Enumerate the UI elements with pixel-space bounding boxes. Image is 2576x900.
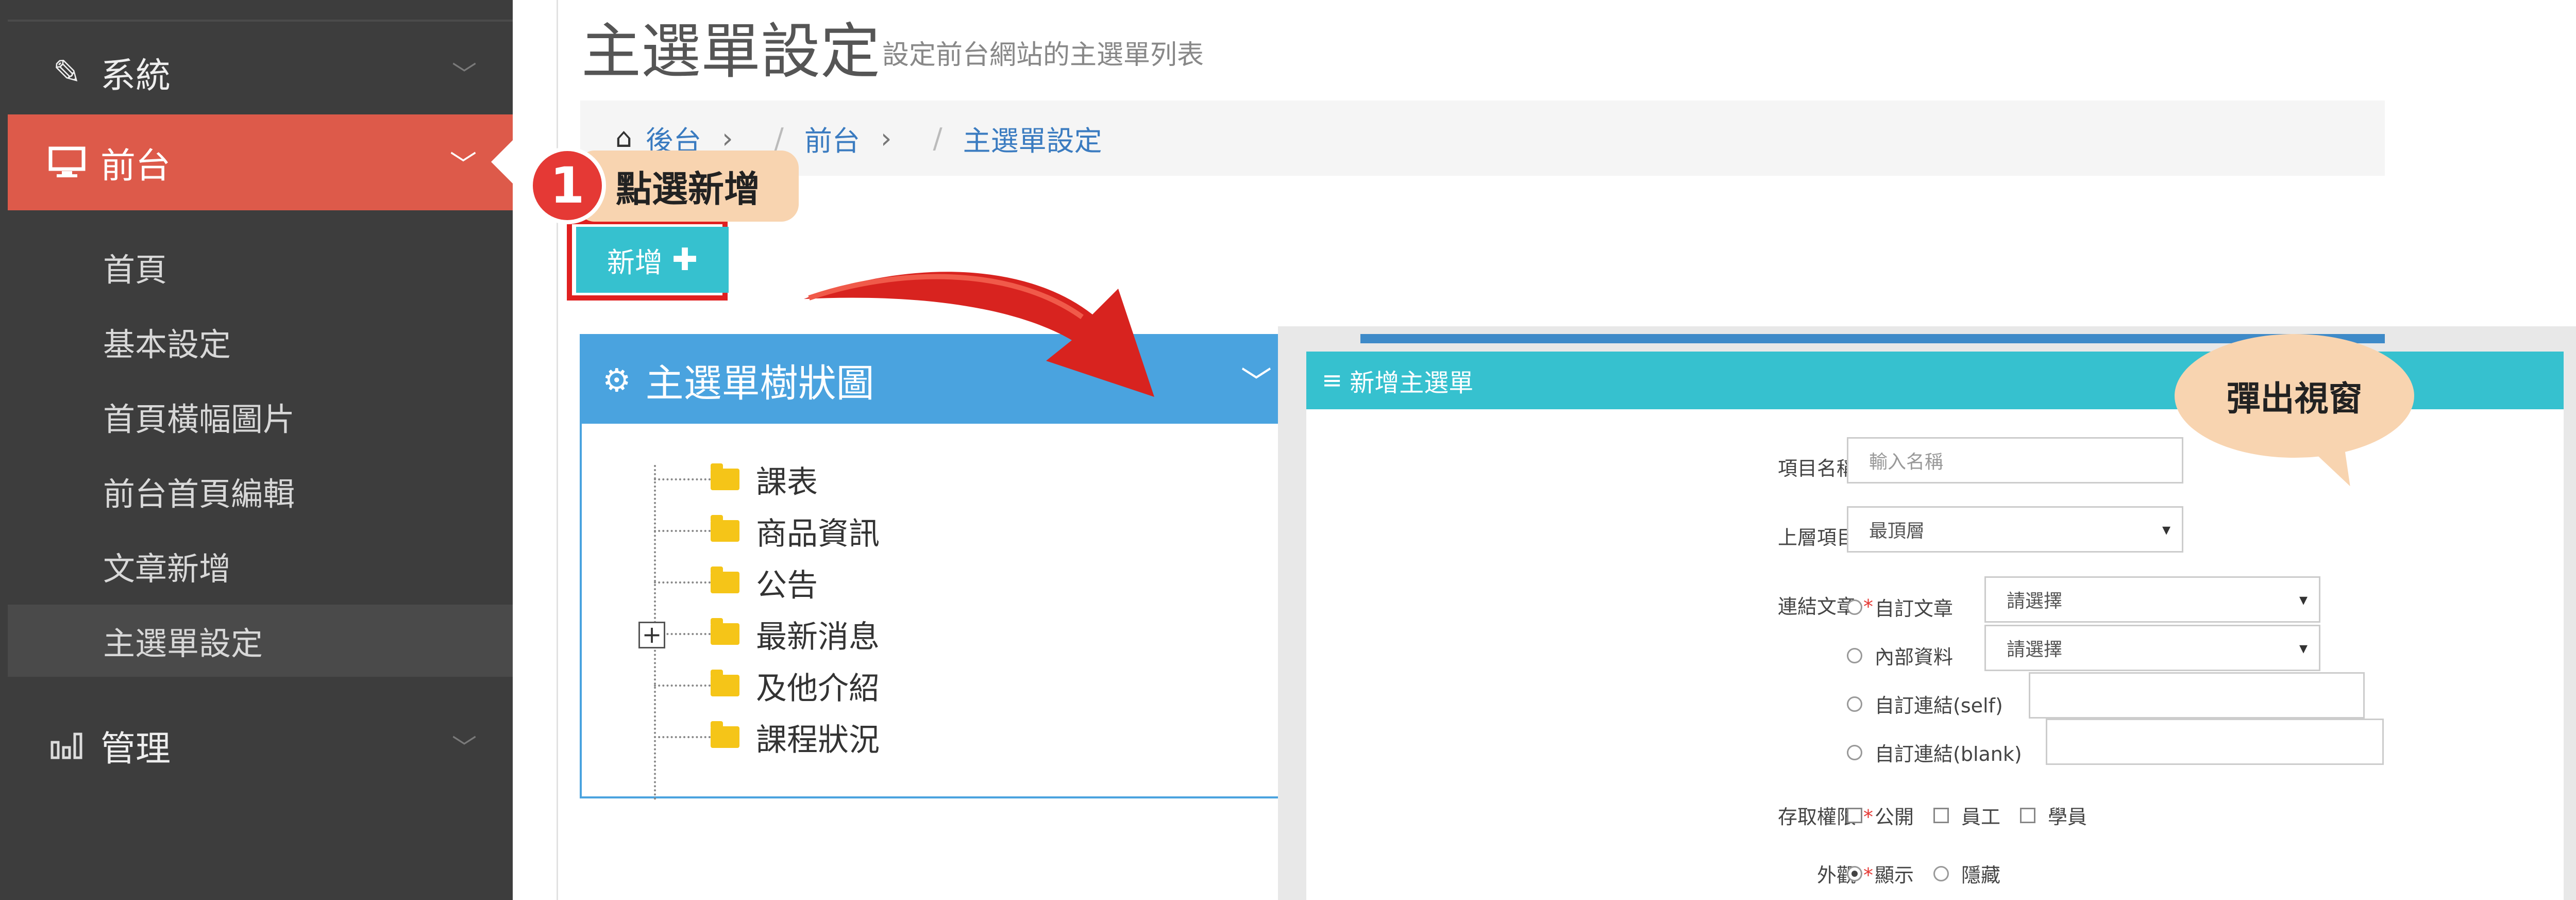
- breadcrumb: ⌂ 後台 › / 前台 › / 主選單設定: [580, 101, 2385, 176]
- tree-connector: [654, 581, 711, 584]
- access-staff-checkbox[interactable]: 員工: [1933, 801, 2000, 829]
- tree-connector: [654, 530, 711, 532]
- link-option-internal-data[interactable]: 內部資料: [1847, 641, 1953, 670]
- link-option-custom-article[interactable]: 自訂文章: [1847, 593, 1953, 621]
- chevron-down-icon: ﹀: [451, 60, 477, 89]
- custom-blank-url-input[interactable]: [2046, 719, 2384, 765]
- gears-icon: ⚙: [602, 361, 631, 399]
- tree-node-label: 商品資訊: [756, 515, 880, 552]
- tree-node[interactable]: 公告: [633, 557, 880, 608]
- field-label-visibility: 外觀 *: [1816, 864, 1873, 887]
- breadcrumb-item-front[interactable]: 前台: [804, 118, 860, 159]
- tree-connector: [654, 478, 711, 480]
- breadcrumb-item-main-menu[interactable]: 主選單設定: [963, 118, 1102, 159]
- chevron-down-icon: ﹀: [451, 734, 477, 762]
- menu-tree-panel: ⚙ 主選單樹狀圖 ﹀ 課表 商品資訊 公告 + 最新消息 及他介紹 課程狀況: [580, 334, 1294, 800]
- field-label-name: 項目名稱*: [1777, 457, 1873, 480]
- content-divider: [557, 0, 558, 900]
- tree-node-label: 課程狀況: [756, 722, 880, 758]
- home-icon: ⌂: [615, 123, 633, 154]
- field-label-link: 連結文章 *: [1777, 595, 1873, 618]
- folder-icon: [711, 618, 739, 645]
- sidebar-item-front[interactable]: 前台 ﹀: [8, 114, 513, 210]
- parent-select[interactable]: 最頂層: [1847, 506, 2183, 553]
- pointer-arrow: [804, 272, 1154, 397]
- folder-icon: [711, 721, 739, 748]
- visibility-show-radio[interactable]: 顯示: [1847, 859, 1914, 888]
- folder-icon: [711, 515, 739, 542]
- link-option-custom-blank[interactable]: 自訂連結(blank): [1847, 738, 2022, 766]
- tree-node[interactable]: 及他介紹: [633, 660, 880, 711]
- visibility-hide-radio[interactable]: 隱藏: [1933, 859, 2000, 888]
- field-label-access: 存取權限 *: [1777, 806, 1873, 828]
- add-button-label: 新增: [607, 246, 663, 279]
- link-option-custom-self[interactable]: 自訂連結(self): [1847, 690, 2003, 718]
- plus-icon: ✚: [671, 242, 698, 278]
- tree-node[interactable]: 課程狀況: [633, 711, 880, 763]
- sidebar-subitem-banner-images[interactable]: 首頁橫幅圖片: [8, 380, 513, 453]
- chevron-right-icon: ›: [722, 122, 733, 155]
- monitor-icon: [44, 146, 90, 178]
- list-icon: ≡: [1322, 366, 1343, 395]
- breadcrumb-separator: /: [933, 122, 942, 155]
- field-label-parent: 上層項目*: [1777, 526, 1873, 549]
- page-subtitle: 設定前台網站的主選單列表: [882, 40, 1204, 71]
- sidebar-item-system[interactable]: ✎ 系統 ﹀: [8, 41, 513, 103]
- name-input[interactable]: 輸入名稱: [1847, 437, 2183, 484]
- modal-title: 新增主選單: [1350, 369, 1474, 397]
- access-student-checkbox[interactable]: 學員: [2020, 801, 2087, 829]
- access-public-checkbox[interactable]: 公開: [1847, 801, 1914, 829]
- sidebar-subitem-article-add[interactable]: 文章新增: [8, 530, 513, 602]
- tree-connector: [654, 685, 711, 687]
- tree-node-label: 及他介紹: [756, 670, 880, 707]
- sidebar-subitem-homepage-edit[interactable]: 前台首頁編輯: [8, 455, 513, 527]
- step-instruction-label: 點選新增: [577, 151, 799, 222]
- internal-data-select[interactable]: 請選擇: [1984, 625, 2320, 671]
- sidebar-item-label: 管理: [100, 728, 171, 770]
- tree-node[interactable]: 課表: [633, 454, 880, 505]
- sidebar-subitem-basic-settings[interactable]: 基本設定: [8, 306, 513, 378]
- page-title: 主選單設定: [581, 17, 880, 87]
- add-button[interactable]: 新增 ✚: [576, 227, 729, 293]
- menu-tree-list: 課表 商品資訊 公告 + 最新消息 及他介紹 課程狀況: [633, 454, 880, 763]
- tree-node[interactable]: 商品資訊: [633, 505, 880, 557]
- sidebar-item-label: 前台: [100, 145, 171, 187]
- step-number-badge: 1: [529, 147, 606, 224]
- sidebar: ✎ 系統 ﹀ 前台 ﹀ 首頁 基本設定 首頁橫幅圖片 前台首頁編輯 文章新增 主…: [0, 0, 513, 900]
- folder-icon: [711, 670, 739, 696]
- popup-callout: 彈出視窗: [2175, 334, 2414, 458]
- custom-self-url-input[interactable]: [2029, 672, 2365, 719]
- folder-icon: [711, 463, 739, 490]
- tree-node[interactable]: + 最新消息: [633, 608, 880, 660]
- sidebar-item-manage[interactable]: 管理 ﹀: [8, 709, 513, 781]
- chevron-right-icon: ›: [880, 122, 892, 155]
- tree-node-label: 公告: [756, 567, 818, 604]
- wrench-icon: ✎: [53, 52, 81, 92]
- expand-plus-icon[interactable]: +: [638, 622, 665, 648]
- tree-connector: [654, 736, 711, 738]
- modal-backdrop-bar: [1360, 334, 2385, 343]
- tree-node-label: 最新消息: [756, 619, 880, 655]
- breadcrumb-separator: /: [774, 122, 784, 155]
- custom-article-select[interactable]: 請選擇: [1984, 576, 2320, 623]
- bar-chart-icon: [44, 731, 90, 760]
- folder-icon: [711, 566, 739, 593]
- sidebar-divider: [8, 20, 513, 22]
- sidebar-item-label: 系統: [100, 55, 171, 96]
- chevron-down-icon[interactable]: ﹀: [1241, 358, 1272, 403]
- sidebar-subitem-home[interactable]: 首頁: [8, 231, 513, 303]
- chevron-down-icon: ﹀: [449, 149, 477, 181]
- tree-node-label: 課表: [756, 464, 818, 501]
- sidebar-subitem-main-menu[interactable]: 主選單設定: [8, 605, 513, 677]
